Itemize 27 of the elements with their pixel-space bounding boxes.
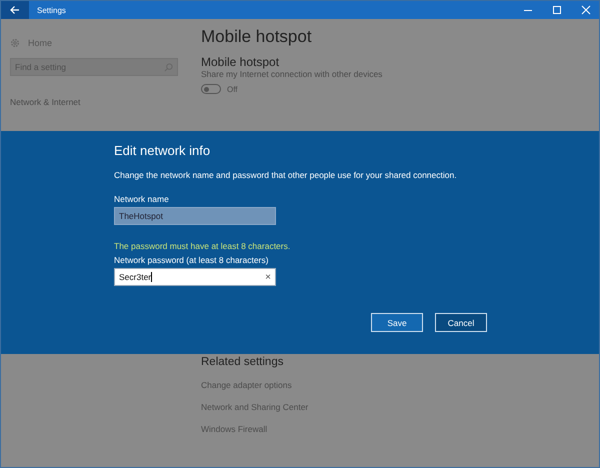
- toggle-label: Off: [227, 84, 238, 94]
- cancel-button[interactable]: Cancel: [435, 313, 487, 332]
- password-field[interactable]: Secr3ter ×: [114, 268, 276, 286]
- gear-icon: [10, 38, 20, 48]
- page-title: Mobile hotspot: [201, 27, 312, 47]
- description-text: Share my Internet connection with other devices: [201, 69, 382, 79]
- settings-link[interactable]: Change adapter options: [201, 380, 292, 390]
- dialog-description: Change the network name and password that other people use for your shared connection.: [114, 170, 457, 180]
- close-icon[interactable]: [581, 5, 591, 15]
- clear-button[interactable]: ×: [265, 272, 271, 282]
- section-heading: Related settings: [201, 356, 284, 368]
- network-name-field[interactable]: TheHotspot: [114, 207, 276, 225]
- field-label: Network password (at least 8 characters): [114, 255, 268, 265]
- back-arrow-icon: [10, 5, 20, 15]
- error-message: The password must have at least 8 characters.: [114, 241, 290, 251]
- section-heading: Mobile hotspot: [201, 55, 280, 69]
- toggle-switch[interactable]: [201, 84, 221, 94]
- back-button[interactable]: [1, 1, 29, 19]
- maximize-icon[interactable]: [552, 5, 562, 15]
- field-value: Secr3ter: [119, 272, 152, 282]
- save-button[interactable]: Save: [371, 313, 423, 332]
- settings-link[interactable]: Windows Firewall: [201, 424, 268, 434]
- settings-link[interactable]: Network and Sharing Center: [201, 402, 308, 412]
- window-title: Settings: [37, 6, 66, 14]
- section-heading: Network & Internet: [10, 97, 82, 107]
- field-label: Network name: [114, 194, 169, 204]
- dialog-title: Edit network info: [114, 143, 210, 158]
